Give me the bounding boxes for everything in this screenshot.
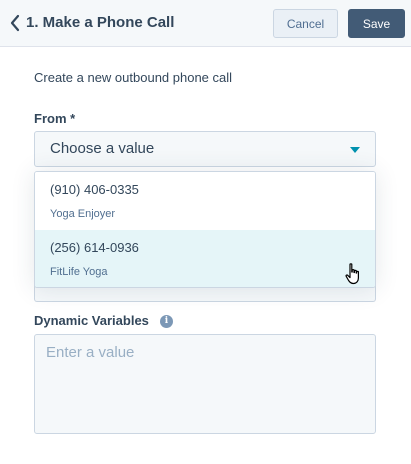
intro-text: Create a new outbound phone call	[34, 70, 233, 85]
option-phone-number: (256) 614-0936	[50, 240, 139, 255]
cancel-button[interactable]: Cancel	[273, 9, 338, 38]
dynamic-variables-input[interactable]	[34, 334, 376, 434]
header-bar: 1. Make a Phone Call Cancel Save	[0, 0, 411, 47]
dropdown-option-hovered[interactable]: (256) 614-0936 FitLife Yoga	[35, 230, 375, 287]
info-icon[interactable]: i	[160, 315, 173, 328]
from-dropdown-menu: (910) 406-0335 Yoga Enjoyer (256) 614-09…	[34, 171, 376, 288]
dynamic-variables-label: Dynamic Variables	[34, 313, 149, 328]
from-label: From *	[34, 111, 76, 126]
page-title: 1. Make a Phone Call	[26, 14, 175, 31]
option-name: Yoga Enjoyer	[50, 208, 116, 220]
hand-pointer-icon	[345, 263, 363, 285]
option-name: FitLife Yoga	[50, 266, 108, 278]
option-phone-number: (910) 406-0335	[50, 182, 139, 197]
from-select[interactable]: Choose a value	[34, 131, 376, 167]
dropdown-option[interactable]: (910) 406-0335 Yoga Enjoyer	[35, 172, 375, 230]
save-button[interactable]: Save	[348, 9, 405, 38]
from-select-value: Choose a value	[50, 140, 155, 157]
back-chevron-icon[interactable]	[8, 13, 22, 33]
caret-down-icon	[350, 147, 360, 153]
